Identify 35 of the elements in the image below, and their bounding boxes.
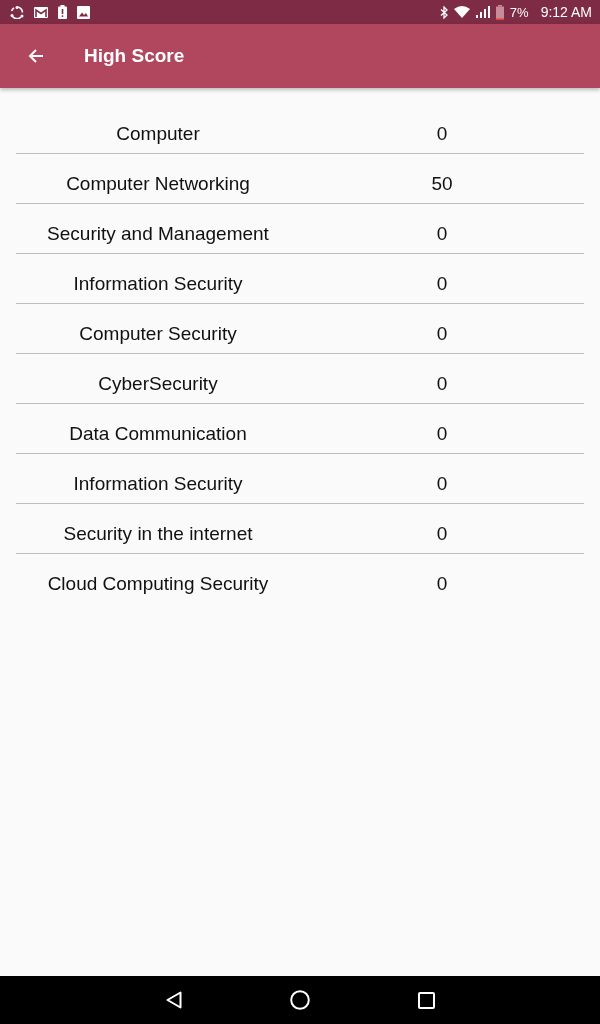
score-value: 0: [436, 524, 448, 546]
score-value: 0: [436, 124, 448, 146]
mail-icon: [34, 6, 48, 18]
topic-name: Data Communication: [69, 424, 247, 446]
battery-percent: 7%: [509, 4, 529, 20]
topic-name: Security and Management: [47, 224, 269, 246]
image-icon: [77, 5, 90, 19]
battery-alert-icon: [58, 5, 67, 19]
score-value: 0: [436, 474, 448, 496]
home-icon[interactable]: [289, 990, 310, 1010]
score-value: 0: [436, 274, 448, 296]
score-value: 50: [431, 174, 453, 196]
screen-title: High Score: [84, 45, 185, 67]
bluetooth-icon: [439, 5, 448, 19]
topic-name: CyberSecurity: [98, 374, 218, 396]
back-icon[interactable]: [165, 991, 182, 1009]
score-value: 0: [436, 224, 448, 246]
score-value: 0: [436, 424, 448, 446]
signal-icon: [475, 6, 490, 18]
score-value: 0: [436, 574, 448, 596]
recent-apps-icon[interactable]: [417, 991, 435, 1009]
topic-name: Computer: [116, 124, 200, 146]
score-value: 0: [436, 324, 448, 346]
sync-icon: [10, 5, 24, 19]
battery-icon: [495, 4, 504, 20]
topic-name: Computer Security: [79, 324, 237, 346]
wifi-icon: [453, 6, 470, 18]
topic-name: Cloud Computing Security: [47, 574, 269, 596]
back-arrow-icon: [28, 48, 44, 64]
score-value: 0: [436, 374, 448, 396]
status-time: 9:12 AM: [540, 4, 592, 20]
topic-name: Information Security: [73, 274, 243, 296]
topic-name: Computer Networking: [66, 174, 250, 196]
topic-name: Information Security: [73, 474, 243, 496]
topic-name: Security in the internet: [63, 524, 253, 546]
